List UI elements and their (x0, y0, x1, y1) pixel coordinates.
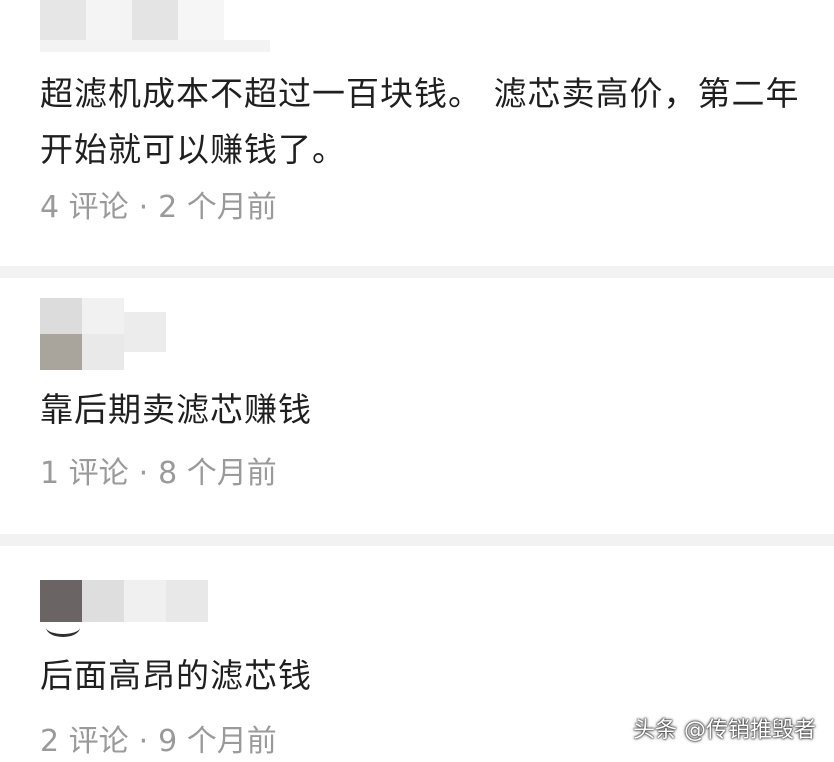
avatar-blurred[interactable] (40, 0, 270, 52)
comment-time: 2 个月前 (158, 190, 277, 225)
comment-time: 9 个月前 (158, 724, 277, 759)
meta-separator: · (138, 456, 149, 491)
comment-divider (0, 266, 834, 278)
meta-separator: · (138, 724, 149, 759)
comment-item[interactable]: 超滤机成本不超过一百块钱。 滤芯卖高价，第二年开始就可以赚钱了。 4 评论 · 2 … (0, 0, 834, 266)
comment-text: 后面高昂的滤芯钱 (40, 656, 312, 695)
comment-meta: 1 评论 · 8 个月前 (40, 454, 277, 494)
watermark-label: 头条 @传销推毁者 (633, 718, 816, 743)
reply-count-link[interactable]: 1 评论 (40, 456, 129, 491)
comment-time: 8 个月前 (158, 456, 277, 491)
comment-meta: 4 评论 · 2 个月前 (40, 188, 277, 228)
comment-meta: 2 评论 · 9 个月前 (40, 722, 277, 762)
comment-item[interactable]: 靠后期卖滤芯赚钱 1 评论 · 8 个月前 (0, 278, 834, 534)
comment-text: 超滤机成本不超过一百块钱。 滤芯卖高价，第二年开始就可以赚钱了。 (40, 74, 800, 169)
comment-text: 靠后期卖滤芯赚钱 (40, 390, 312, 429)
avatar-blurred[interactable] (40, 298, 170, 370)
avatar-blurred[interactable] (40, 580, 210, 637)
reply-count-link[interactable]: 4 评论 (40, 190, 129, 225)
comment-divider (0, 534, 834, 546)
meta-separator: · (138, 190, 149, 225)
reply-count-link[interactable]: 2 评论 (40, 724, 129, 759)
